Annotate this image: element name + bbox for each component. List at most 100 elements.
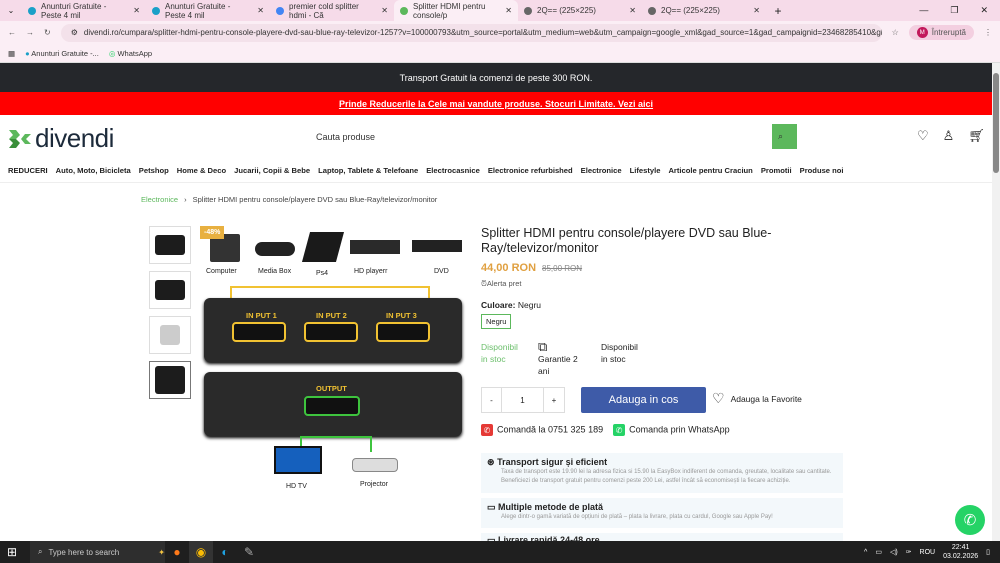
promo-banner-link[interactable]: Prinde Reducerile la Cele mai vandute pr… <box>0 92 992 115</box>
thumbnail[interactable] <box>149 271 191 309</box>
tab-list-icon[interactable]: ⌄ <box>0 0 22 22</box>
search-button[interactable]: ⌕ <box>772 124 797 149</box>
nav-item[interactable]: Produse noi <box>800 166 844 175</box>
url-input[interactable]: ⚙ divendi.ro/cumpara/splitter-hdmi-pentru… <box>60 23 882 42</box>
search-input[interactable]: Cauta produse ⌕ <box>310 124 797 149</box>
close-icon[interactable]: ✕ <box>381 6 388 15</box>
new-tab-icon[interactable]: + <box>766 0 790 22</box>
close-icon[interactable]: ✕ <box>133 6 140 15</box>
device-label: HD TV <box>286 483 307 490</box>
close-icon[interactable]: ✕ <box>505 6 512 15</box>
search-icon: ⌕ <box>778 131 784 141</box>
close-window-icon[interactable]: ✕ <box>980 5 988 16</box>
site-info-icon[interactable]: ⚙ <box>71 28 78 37</box>
price-alert-link[interactable]: ⏰︎Alerta pret <box>481 279 521 289</box>
tab[interactable]: 2Q== (225×225) ✕ <box>642 0 766 21</box>
bookmark[interactable]: ● Anunturi Gratuite -... <box>25 49 99 58</box>
tab[interactable]: premier cold splitter hdmi - Că ✕ <box>270 0 394 21</box>
volume-icon[interactable]: ◁) <box>890 548 898 556</box>
add-to-cart-button[interactable]: Adauga in cos <box>581 387 706 413</box>
nav-item[interactable]: Electronice refurbished <box>488 166 573 175</box>
whatsapp-chat-button[interactable]: ✆ <box>955 505 985 535</box>
thumbnail[interactable] <box>149 226 191 264</box>
network-icon[interactable]: ▭ <box>875 548 882 556</box>
maximize-icon[interactable]: ❐ <box>950 5 958 16</box>
logo[interactable]: divendi <box>9 123 114 154</box>
pen-icon[interactable]: ✑ <box>906 548 912 556</box>
decrease-button[interactable]: - <box>482 388 502 412</box>
phone-order-link[interactable]: ✆ Comandă la 0751 325 189 <box>481 424 603 436</box>
scrollbar[interactable] <box>992 63 1000 541</box>
nav-item[interactable]: Petshop <box>139 166 169 175</box>
reload-icon[interactable]: ↻ <box>44 28 51 37</box>
forward-icon[interactable]: → <box>26 28 34 37</box>
close-icon[interactable]: ✕ <box>629 6 636 15</box>
nav-item[interactable]: Articole pentru Craciun <box>668 166 752 175</box>
connector-line <box>230 286 430 298</box>
chrome-icon[interactable]: ◉ <box>189 541 213 563</box>
nav-item[interactable]: Auto, Moto, Bicicleta <box>56 166 131 175</box>
firefox-icon[interactable]: ● <box>165 541 189 563</box>
breadcrumb-link[interactable]: Electronice <box>141 195 178 204</box>
media-box-icon <box>255 242 295 256</box>
main-nav: REDUCERI Auto, Moto, Bicicleta Petshop Home… <box>8 158 844 182</box>
increase-button[interactable]: + <box>544 388 564 412</box>
nav-item[interactable]: Laptop, Tablete & Telefoane <box>318 166 418 175</box>
tab[interactable]: Anunturi Gratuite - Peste 4 mil ✕ <box>22 0 146 21</box>
nav-item[interactable]: REDUCERI <box>8 166 48 175</box>
taskbar-search[interactable]: ⌕ Type here to search ✦ <box>30 541 165 563</box>
close-icon[interactable]: ✕ <box>257 6 264 15</box>
quantity-input[interactable]: 1 <box>502 388 544 412</box>
tab-active[interactable]: Splitter HDMI pentru console/p ✕ <box>394 0 518 21</box>
windows-start-icon[interactable]: ⊞ <box>0 541 24 563</box>
menu-icon[interactable]: ⋮ <box>984 28 992 37</box>
chevron-up-icon[interactable]: ^ <box>864 549 867 556</box>
heart-icon[interactable]: ♡ <box>917 128 929 144</box>
product-title: Splitter HDMI pentru console/playere DVD… <box>481 226 772 255</box>
shipping-icon: ⊛ <box>487 457 495 467</box>
minimize-icon[interactable]: — <box>919 5 928 16</box>
device-label: Computer <box>206 268 237 275</box>
thumbnail-active[interactable] <box>149 361 191 399</box>
color-option[interactable]: Negru <box>481 314 512 329</box>
product-image[interactable]: Computer Media Box Ps4 HD playerr DVD IN… <box>200 226 465 496</box>
projector-icon <box>352 458 398 472</box>
bookmark[interactable]: ◎ WhatsApp <box>109 49 152 58</box>
device-label: Ps4 <box>316 270 329 277</box>
thumbnail[interactable] <box>149 316 191 354</box>
cart-icon[interactable]: 🛒︎ <box>968 128 985 144</box>
favicon-icon <box>152 6 160 15</box>
notification-icon[interactable]: ▯ <box>986 548 990 556</box>
nav-item[interactable]: Jucarii, Copii & Bebe <box>234 166 310 175</box>
nav-item[interactable]: Electrocasnice <box>426 166 480 175</box>
bookmarks-bar: ▦ ● Anunturi Gratuite -... ◎ WhatsApp <box>0 44 1000 63</box>
heart-icon: ♡ <box>712 390 725 406</box>
thumbnail-list <box>149 226 191 399</box>
dvd-icon <box>412 240 462 252</box>
nav-item[interactable]: Promotii <box>761 166 792 175</box>
logo-icon <box>9 129 31 148</box>
tab[interactable]: Anunturi Gratuite - Peste 4 mil ✕ <box>146 0 270 21</box>
clock[interactable]: 22:41 03.02.2026 <box>943 543 978 561</box>
scrollbar-thumb[interactable] <box>993 73 999 173</box>
whatsapp-order-link[interactable]: ✆ Comanda prin WhatsApp <box>613 424 730 436</box>
hdmi-port <box>376 322 430 342</box>
app-icon[interactable]: ✎ <box>237 541 261 563</box>
divider <box>0 182 992 183</box>
hdmi-port <box>232 322 286 342</box>
package-icon: ⧉ <box>538 339 548 354</box>
add-to-favorites-button[interactable]: ♡ Adauga la Favorite <box>712 390 802 407</box>
nav-item[interactable]: Electronice <box>581 166 622 175</box>
favicon-icon: ● <box>25 48 30 58</box>
copilot-icon: ✦ <box>158 547 165 557</box>
nav-item[interactable]: Home & Deco <box>177 166 226 175</box>
tab[interactable]: 2Q== (225×225) ✕ <box>518 0 642 21</box>
back-icon[interactable]: ← <box>8 28 16 37</box>
user-icon[interactable]: ♙ <box>943 128 955 144</box>
nav-item[interactable]: Lifestyle <box>630 166 661 175</box>
profile-button[interactable]: M Întreruptă <box>908 25 974 40</box>
close-icon[interactable]: ✕ <box>753 6 760 15</box>
bookmark-star-icon[interactable]: ☆ <box>892 28 899 37</box>
edge-icon[interactable]: ◐ <box>213 541 237 563</box>
apps-icon[interactable]: ▦ <box>8 49 15 58</box>
